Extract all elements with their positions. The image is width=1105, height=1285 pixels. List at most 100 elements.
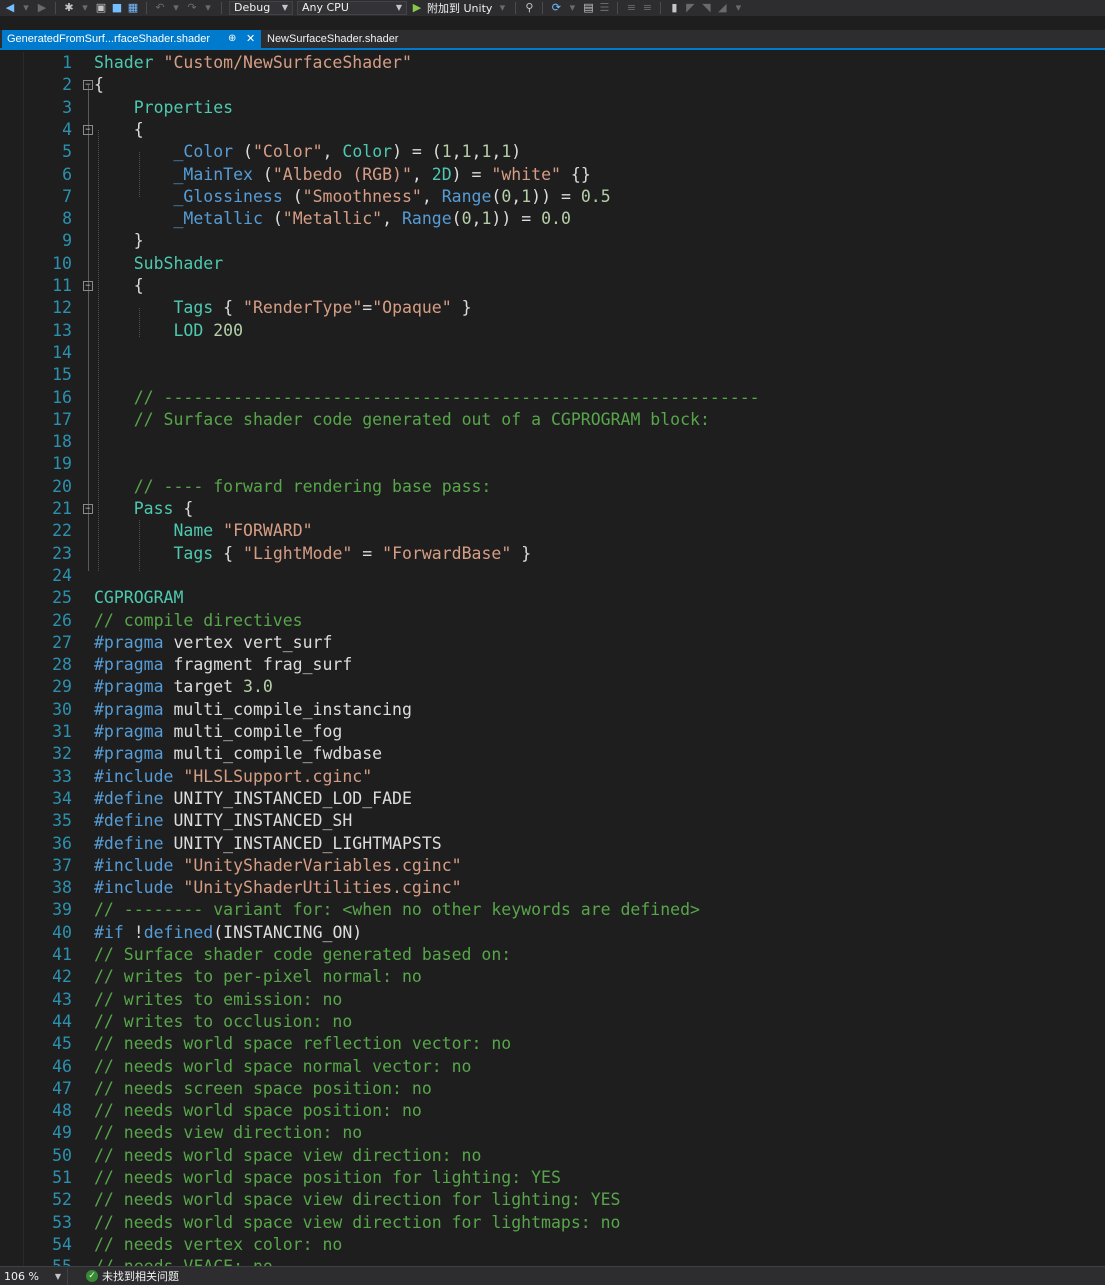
close-icon[interactable]: ✕ xyxy=(246,30,255,48)
code-line[interactable]: 12 Tags { "RenderType"="Opaque" } xyxy=(0,297,1105,319)
collapse-icon[interactable]: − xyxy=(83,504,93,514)
code-line[interactable]: 32 #pragma multi_compile_fwdbase xyxy=(0,743,1105,765)
code-line[interactable]: 6 _MainTex ("Albedo (RGB)", 2D) = "white… xyxy=(0,164,1105,186)
code-line[interactable]: 20 // ---- forward rendering base pass: xyxy=(0,476,1105,498)
code-line[interactable]: 18 xyxy=(0,431,1105,453)
code-line[interactable]: 37 #include "UnityShaderVariables.cginc" xyxy=(0,855,1105,877)
save-icon[interactable]: ■ xyxy=(111,1,123,15)
collapse-icon[interactable]: − xyxy=(83,124,93,135)
browser-link-dropdown-icon[interactable]: ▾ xyxy=(566,1,578,15)
code-line[interactable]: 11 − { xyxy=(0,275,1105,297)
bookmark-icon[interactable]: ▮ xyxy=(668,1,680,15)
code-line[interactable]: 47 // needs screen space position: no xyxy=(0,1078,1105,1100)
clear-bookmarks-icon[interactable]: ◢ xyxy=(716,1,728,15)
code-line[interactable]: 33 #include "HLSLSupport.cginc" xyxy=(0,766,1105,788)
attach-dropdown-icon[interactable]: ▾ xyxy=(496,1,508,15)
code-line[interactable]: 25 CGPROGRAM xyxy=(0,587,1105,609)
browser-link-icon[interactable]: ⟳ xyxy=(550,1,562,15)
code-editor[interactable]: 1 Shader "Custom/NewSurfaceShader" 2−{3 Pr… xyxy=(0,52,1105,1266)
tab-generated-shader[interactable]: GeneratedFromSurf...rfaceShader.shader ⊕… xyxy=(2,30,261,48)
tab-new-surface-shader[interactable]: NewSurfaceShader.shader xyxy=(262,30,462,48)
comment-icon[interactable]: ≡ xyxy=(625,1,637,15)
configuration-dropdown[interactable]: Debug ▼ xyxy=(229,1,293,15)
code-line[interactable]: 53 // needs world space view direction fo… xyxy=(0,1212,1105,1234)
code-line[interactable]: 42 // writes to per-pixel normal: no xyxy=(0,966,1105,988)
code-line[interactable]: 16 // ----------------------------------… xyxy=(0,387,1105,409)
status-bar: 106 % ▼ ✓ 未找到相关问题 xyxy=(0,1266,1105,1285)
code-line[interactable]: 52 // needs world space view direction fo… xyxy=(0,1189,1105,1211)
collapse-icon[interactable]: − xyxy=(83,80,93,91)
code-line[interactable]: 30 #pragma multi_compile_instancing xyxy=(0,699,1105,721)
save-all-icon[interactable]: ▦ xyxy=(127,1,139,15)
issues-indicator[interactable]: ✓ 未找到相关问题 xyxy=(86,1268,179,1284)
code-line[interactable]: 51 // needs world space position for ligh… xyxy=(0,1167,1105,1189)
code-line[interactable]: 24 xyxy=(0,565,1105,587)
redo-icon[interactable]: ↷ xyxy=(186,1,198,15)
open-folder-icon[interactable]: ▣ xyxy=(95,1,107,15)
code-token: )) = xyxy=(531,186,581,206)
undo-icon[interactable]: ↶ xyxy=(154,1,166,15)
outdent-icon[interactable]: ☰ xyxy=(598,1,610,15)
collapse-icon[interactable]: − xyxy=(83,281,93,291)
code-line[interactable]: 26 // compile directives xyxy=(0,610,1105,632)
code-line[interactable]: 48 // needs world space position: no xyxy=(0,1100,1105,1122)
code-line[interactable]: 55 // needs VFACE: no xyxy=(0,1256,1105,1266)
attach-to-unity-button[interactable]: 附加到 Unity xyxy=(427,0,492,16)
code-line[interactable]: 19 xyxy=(0,453,1105,475)
code-token: Properties xyxy=(133,97,234,117)
code-line[interactable]: 7 _Glossiness ("Smoothness", Range(0,1))… xyxy=(0,186,1105,208)
previous-bookmark-icon[interactable]: ◤ xyxy=(684,1,696,15)
pin-icon[interactable]: ⊕ xyxy=(228,30,236,48)
code-line[interactable]: 43 // writes to emission: no xyxy=(0,989,1105,1011)
code-line[interactable]: 35 #define UNITY_INSTANCED_SH xyxy=(0,810,1105,832)
navigate-back-icon[interactable]: ◀ xyxy=(4,1,16,15)
code-line[interactable]: 13 LOD 200 xyxy=(0,320,1105,342)
code-line[interactable]: 27 #pragma vertex vert_surf xyxy=(0,632,1105,654)
line-number: 14 xyxy=(52,342,72,362)
code-line[interactable]: 41 // Surface shader code generated based… xyxy=(0,944,1105,966)
code-line[interactable]: 14 xyxy=(0,342,1105,364)
code-line[interactable]: 54 // needs vertex color: no xyxy=(0,1234,1105,1256)
undo-dropdown-icon[interactable]: ▾ xyxy=(170,1,182,15)
code-line[interactable]: 5 _Color ("Color", Color) = (1,1,1,1) xyxy=(0,141,1105,163)
code-line[interactable]: 28 #pragma fragment frag_surf xyxy=(0,654,1105,676)
code-line[interactable]: 50 // needs world space view direction: n… xyxy=(0,1145,1105,1167)
code-line[interactable]: 1 Shader "Custom/NewSurfaceShader" xyxy=(0,52,1105,74)
code-line[interactable]: 4− { xyxy=(0,119,1105,141)
new-project-icon[interactable]: ✱ xyxy=(63,1,75,15)
code-line[interactable]: 22 Name "FORWARD" xyxy=(0,520,1105,542)
toolbar-overflow-icon[interactable]: ▾ xyxy=(732,1,744,15)
code-line[interactable]: 17 // Surface shader code generated out … xyxy=(0,409,1105,431)
code-line[interactable]: 8 _Metallic ("Metallic", Range(0,1)) = 0… xyxy=(0,208,1105,230)
code-line[interactable]: 9 } xyxy=(0,230,1105,252)
code-line[interactable]: 2−{ xyxy=(0,74,1105,96)
next-bookmark-icon[interactable]: ◥ xyxy=(700,1,712,15)
code-line[interactable]: 23 Tags { "LightMode" = "ForwardBase" } xyxy=(0,543,1105,565)
zoom-dropdown[interactable]: 106 % ▼ xyxy=(0,1267,68,1285)
code-line[interactable]: 40 #if !defined(INSTANCING_ON) xyxy=(0,922,1105,944)
code-line[interactable]: 36 #define UNITY_INSTANCED_LIGHTMAPSTS xyxy=(0,833,1105,855)
uncomment-icon[interactable]: ≡ xyxy=(641,1,653,15)
find-icon[interactable]: ⚲ xyxy=(523,1,535,15)
code-line[interactable]: 45 // needs world space reflection vector… xyxy=(0,1033,1105,1055)
code-line[interactable]: 34 #define UNITY_INSTANCED_LOD_FADE xyxy=(0,788,1105,810)
platform-dropdown[interactable]: Any CPU ▼ xyxy=(297,1,407,15)
redo-dropdown-icon[interactable]: ▾ xyxy=(202,1,214,15)
new-dropdown-icon[interactable]: ▾ xyxy=(79,1,91,15)
code-line[interactable]: 15 xyxy=(0,364,1105,386)
code-line[interactable]: 21 − Pass { xyxy=(0,498,1105,520)
code-line[interactable]: 3 Properties xyxy=(0,97,1105,119)
back-dropdown-icon[interactable]: ▾ xyxy=(20,1,32,15)
code-line[interactable]: 39 // -------- variant for: <when no othe… xyxy=(0,899,1105,921)
code-line[interactable]: 46 // needs world space normal vector: no xyxy=(0,1056,1105,1078)
play-icon[interactable]: ▶ xyxy=(411,1,423,15)
code-line[interactable]: 44 // writes to occlusion: no xyxy=(0,1011,1105,1033)
code-line[interactable]: 38 #include "UnityShaderUtilities.cginc" xyxy=(0,877,1105,899)
code-line[interactable]: 29 #pragma target 3.0 xyxy=(0,676,1105,698)
navigate-forward-icon[interactable]: ▶ xyxy=(36,1,48,15)
code-line[interactable]: 10 SubShader xyxy=(0,253,1105,275)
code-line[interactable]: 31 #pragma multi_compile_fog xyxy=(0,721,1105,743)
format-icon[interactable]: ▤ xyxy=(582,1,594,15)
code-line[interactable]: 49 // needs view direction: no xyxy=(0,1122,1105,1144)
